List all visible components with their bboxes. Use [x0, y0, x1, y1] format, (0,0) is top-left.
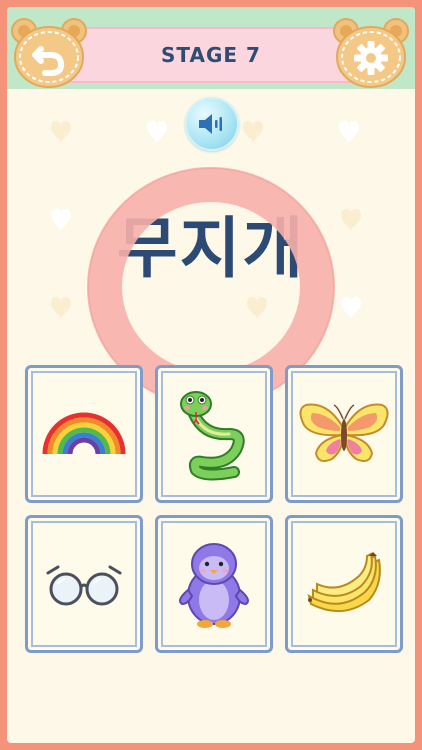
- card-snake[interactable]: [155, 365, 273, 503]
- title-bar: STAGE 7: [69, 27, 353, 83]
- butterfly-icon: [299, 403, 389, 462]
- speaker-icon: [199, 114, 222, 134]
- penguin-icon: [179, 543, 249, 628]
- card-butterfly[interactable]: [285, 365, 403, 503]
- card-glasses[interactable]: [25, 515, 143, 653]
- answer-grid: [25, 365, 403, 653]
- header: STAGE 7: [7, 7, 415, 89]
- banana-icon: [307, 552, 381, 613]
- card-rainbow[interactable]: [25, 365, 143, 503]
- prompt-word: 무지개: [116, 210, 306, 287]
- back-arrow-icon: [11, 18, 87, 88]
- rainbow-icon: [42, 412, 126, 455]
- gear-icon: [333, 18, 409, 88]
- stage-title: STAGE 7: [161, 43, 261, 67]
- sound-button[interactable]: [185, 97, 239, 151]
- card-banana[interactable]: [285, 515, 403, 653]
- snake-icon: [180, 391, 245, 481]
- settings-button[interactable]: [333, 15, 409, 89]
- game-frame: STAGE 7 무지개: [7, 7, 415, 743]
- card-penguin[interactable]: [155, 515, 273, 653]
- back-button[interactable]: [11, 15, 87, 89]
- glasses-icon: [46, 565, 122, 606]
